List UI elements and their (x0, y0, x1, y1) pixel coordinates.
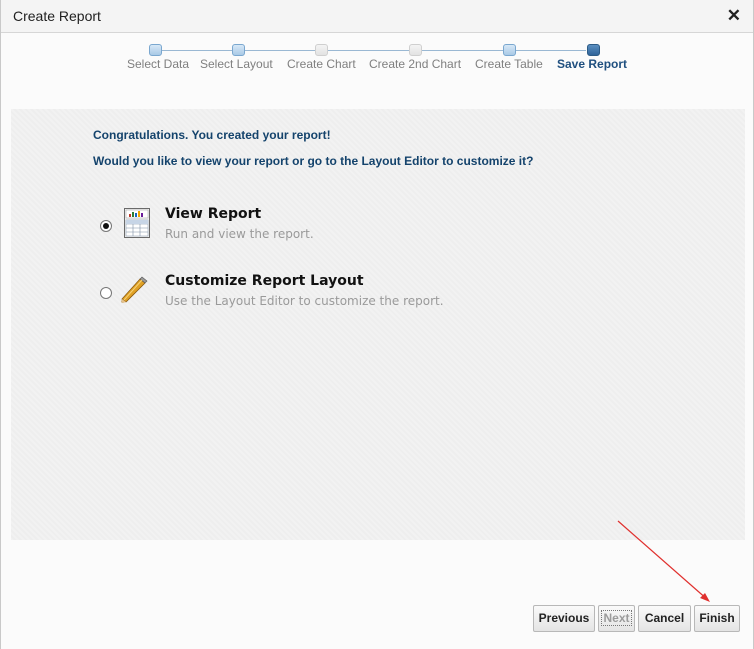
customize-question: Would you like to view your report or go… (93, 154, 534, 168)
congratulations-message: Congratulations. You created your report… (93, 128, 331, 142)
train-step-dot (315, 44, 328, 56)
next-button: Next (598, 605, 635, 632)
report-table-icon (124, 208, 150, 243)
customize-layout-description: Use the Layout Editor to customize the r… (165, 294, 444, 308)
train-step-label: Create Table (475, 57, 543, 71)
train-line (156, 50, 586, 51)
view-report-title[interactable]: View Report (165, 206, 261, 222)
pencil-icon (119, 275, 149, 310)
train-step-dot (149, 44, 162, 56)
train-step-dot (232, 44, 245, 56)
cancel-button[interactable]: Cancel (638, 605, 691, 632)
create-report-dialog: Create Report ✕ Select Data Select Layou… (0, 0, 754, 649)
train-step-dot (503, 44, 516, 56)
train-step-dot (409, 44, 422, 56)
view-report-radio[interactable] (100, 220, 112, 232)
train-step-label: Create Chart (287, 57, 356, 71)
wizard-train: Select Data Select Layout Create Chart C… (121, 44, 641, 78)
train-step-dot (587, 44, 600, 56)
dialog-title: Create Report (13, 8, 101, 24)
train-step-label: Select Layout (200, 57, 273, 71)
customize-layout-title[interactable]: Customize Report Layout (165, 273, 364, 289)
train-step-label: Create 2nd Chart (369, 57, 462, 71)
view-report-description: Run and view the report. (165, 227, 314, 241)
close-icon[interactable]: ✕ (727, 6, 741, 26)
train-step-label: Save Report (557, 57, 628, 71)
finish-button[interactable]: Finish (694, 605, 740, 632)
previous-button[interactable]: Previous (533, 605, 595, 632)
next-button-label: Next (601, 610, 632, 626)
content-panel: Congratulations. You created your report… (11, 109, 745, 540)
train-step-label: Select Data (127, 57, 190, 71)
dialog-titlebar: Create Report ✕ (1, 0, 753, 33)
customize-layout-radio[interactable] (100, 287, 112, 299)
